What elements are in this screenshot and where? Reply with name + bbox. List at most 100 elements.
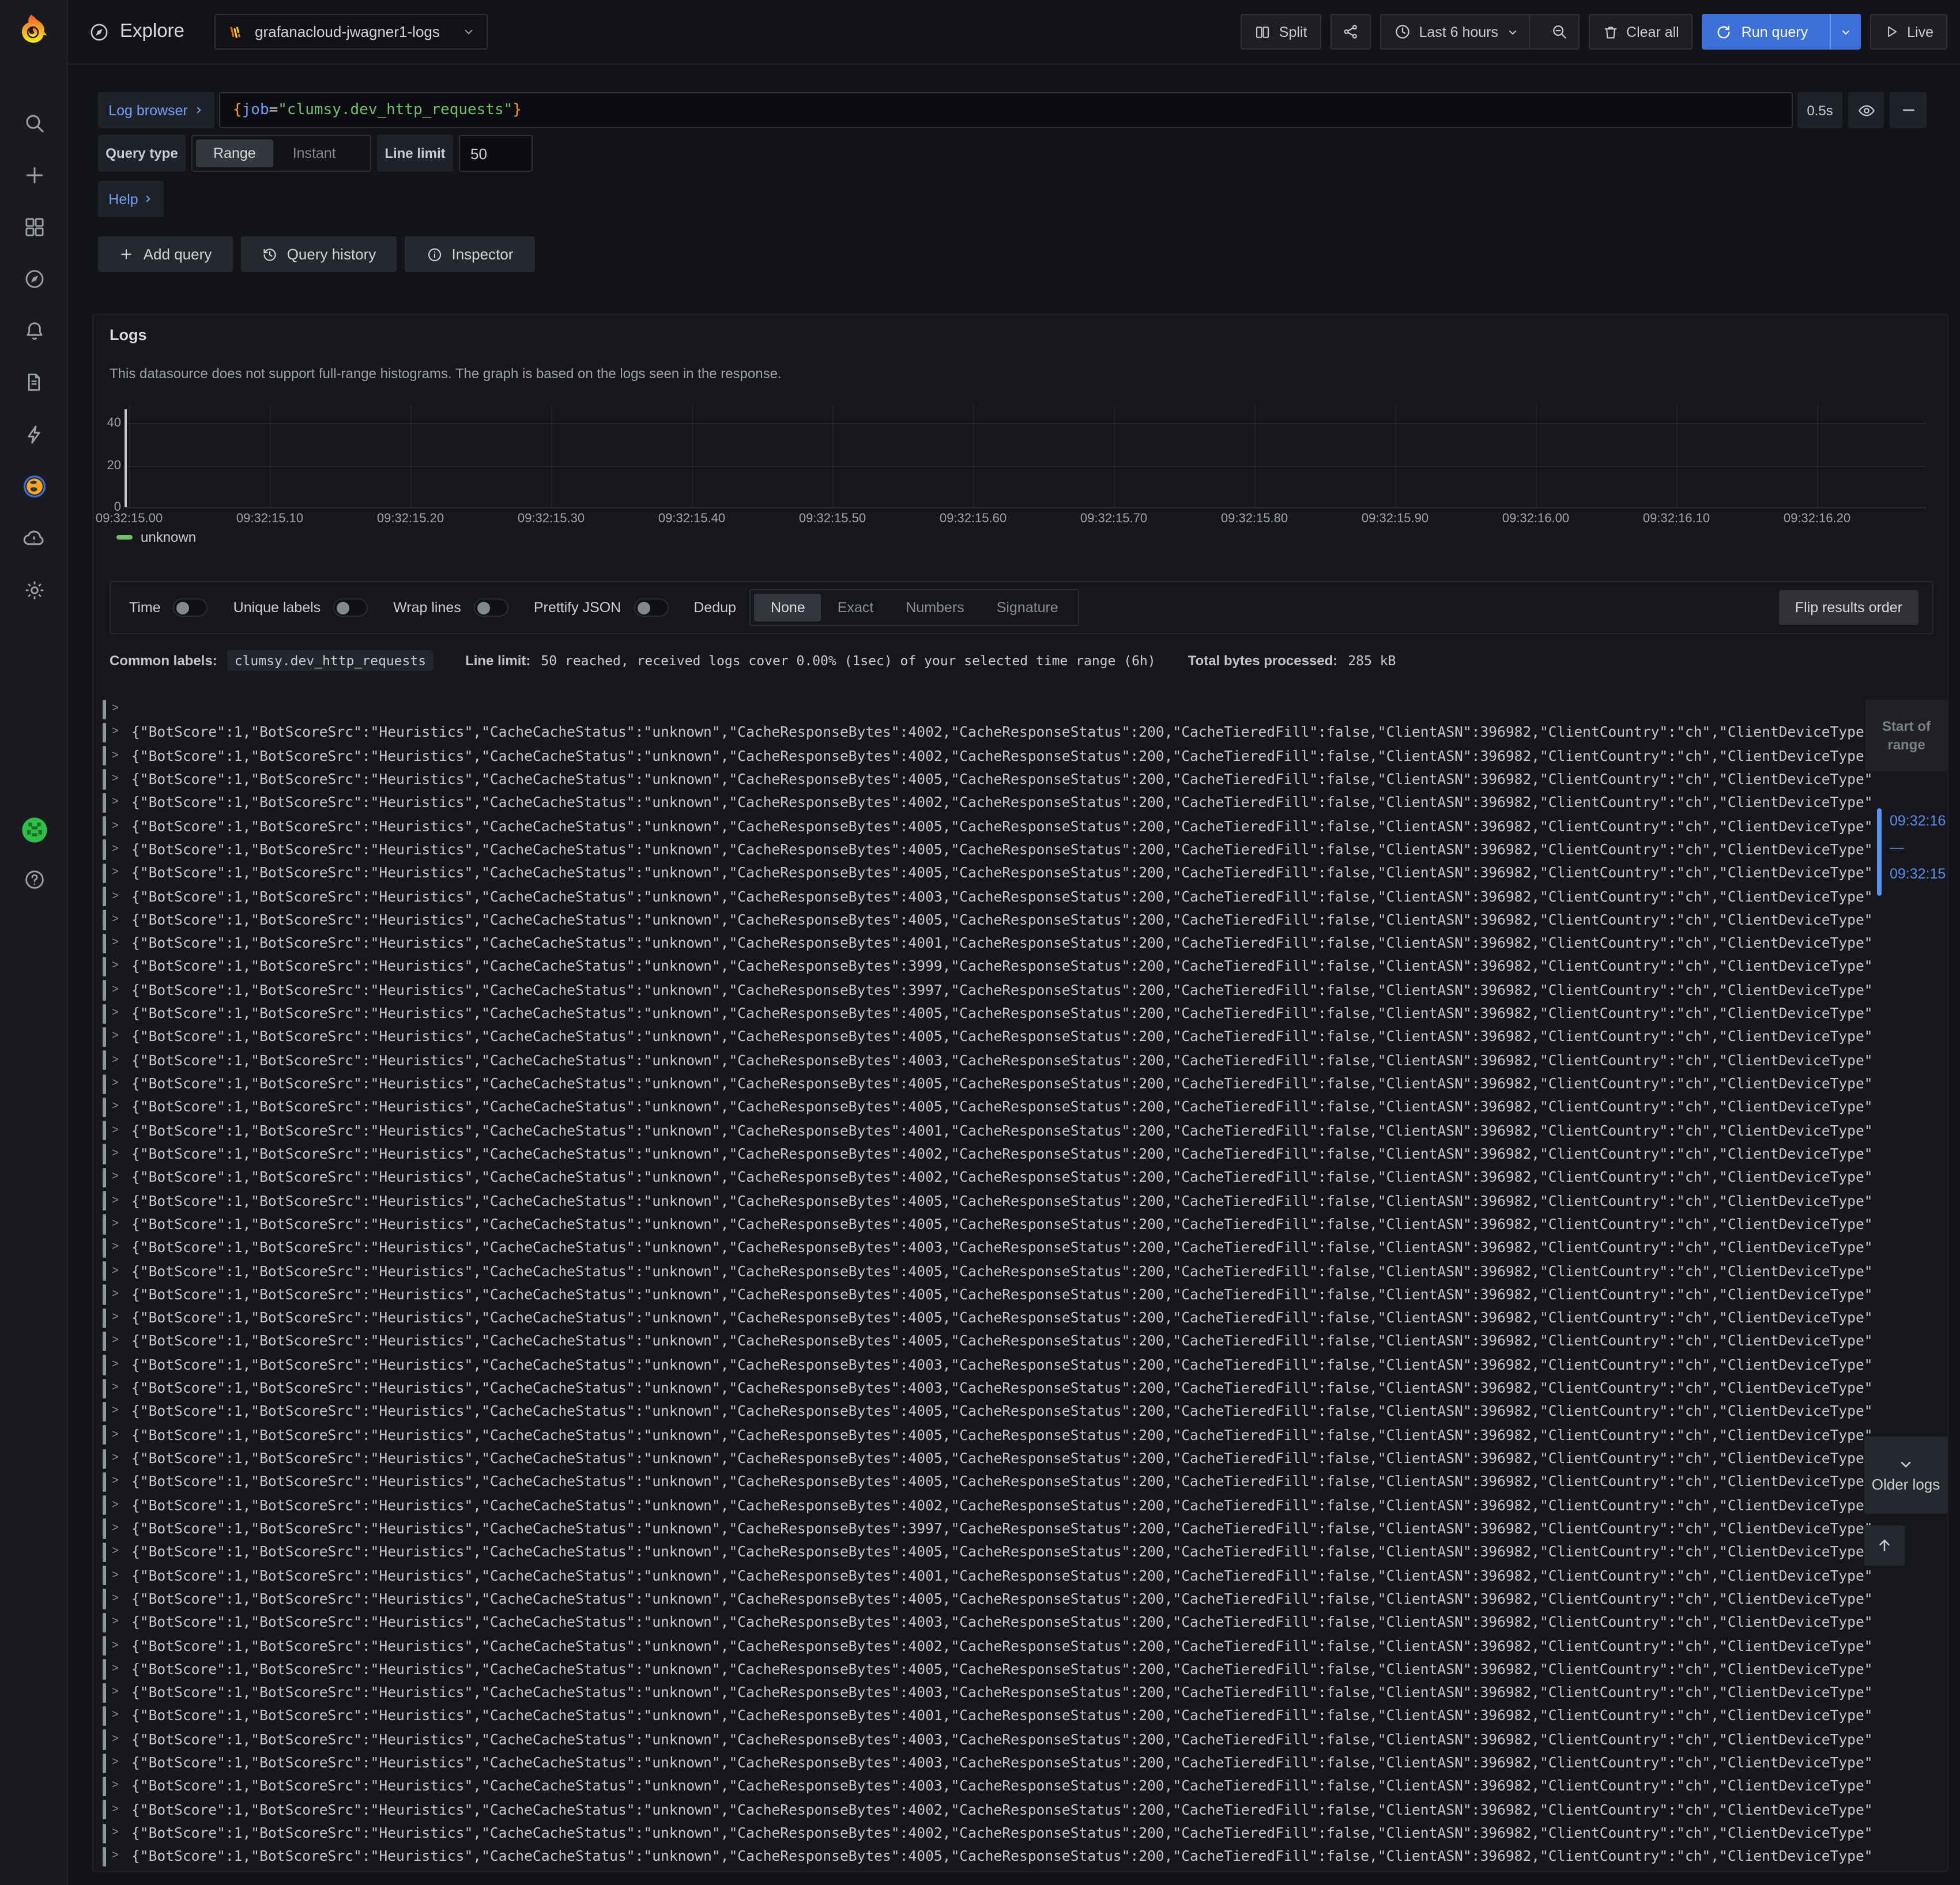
query-history-button[interactable]: Query history: [241, 236, 397, 272]
expand-row-chevron-icon[interactable]: >: [112, 1026, 119, 1049]
log-row[interactable]: >{"BotScore":1,"BotScoreSrc":"Heuristics…: [103, 1634, 1871, 1658]
log-row[interactable]: >{"BotScore":1,"BotScoreSrc":"Heuristics…: [103, 1096, 1871, 1119]
expand-row-chevron-icon[interactable]: >: [112, 1213, 119, 1236]
expand-row-chevron-icon[interactable]: >: [112, 1143, 119, 1166]
dedup-option-none[interactable]: None: [755, 594, 821, 621]
log-row[interactable]: >{"BotScore":1,"BotScoreSrc":"Heuristics…: [103, 1377, 1871, 1400]
expand-row-chevron-icon[interactable]: >: [112, 1845, 119, 1869]
clear-all-button[interactable]: Clear all: [1588, 14, 1693, 50]
log-row[interactable]: >{"BotScore":1,"BotScoreSrc":"Heuristics…: [103, 721, 1871, 745]
log-row[interactable]: >{"BotScore":1,"BotScoreSrc":"Heuristics…: [103, 1119, 1871, 1143]
toggle-visibility-eye-button[interactable]: [1848, 92, 1884, 128]
log-row[interactable]: >{"BotScore":1,"BotScoreSrc":"Heuristics…: [103, 1681, 1871, 1705]
log-row[interactable]: >{"BotScore":1,"BotScoreSrc":"Heuristics…: [103, 791, 1871, 815]
log-row[interactable]: >{"BotScore":1,"BotScoreSrc":"Heuristics…: [103, 1260, 1871, 1283]
add-query-button[interactable]: Add query: [98, 236, 233, 272]
run-query-dropdown[interactable]: [1830, 14, 1861, 50]
expand-row-chevron-icon[interactable]: >: [112, 1283, 119, 1307]
expand-row-chevron-icon[interactable]: >: [112, 1330, 119, 1354]
prettify-json-toggle[interactable]: [634, 598, 668, 617]
expand-row-chevron-icon[interactable]: >: [112, 1002, 119, 1026]
expand-row-chevron-icon[interactable]: >: [112, 908, 119, 932]
log-row[interactable]: >{"BotScore":1,"BotScoreSrc":"Heuristics…: [103, 1728, 1871, 1752]
log-row[interactable]: >{"BotScore":1,"BotScoreSrc":"Heuristics…: [103, 1213, 1871, 1236]
docs-icon[interactable]: [0, 356, 68, 408]
datasource-picker[interactable]: grafanacloud-jwagner1-logs: [214, 14, 488, 50]
log-row[interactable]: >{"BotScore":1,"BotScoreSrc":"Heuristics…: [103, 1072, 1871, 1096]
expand-row-chevron-icon[interactable]: >: [112, 1354, 119, 1377]
log-row[interactable]: >{"BotScore":1,"BotScoreSrc":"Heuristics…: [103, 1471, 1871, 1494]
expand-row-chevron-icon[interactable]: >: [112, 1166, 119, 1190]
dedup-option-numbers[interactable]: Numbers: [889, 594, 980, 621]
dedup-option-exact[interactable]: Exact: [821, 594, 890, 621]
log-row[interactable]: >{"BotScore":1,"BotScoreSrc":"Heuristics…: [103, 861, 1871, 885]
log-browser-button[interactable]: Log browser: [98, 92, 214, 128]
expand-row-chevron-icon[interactable]: >: [112, 744, 119, 768]
log-row[interactable]: >{"BotScore":1,"BotScoreSrc":"Heuristics…: [103, 1189, 1871, 1213]
log-row[interactable]: >{"BotScore":1,"BotScoreSrc":"Heuristics…: [103, 955, 1871, 979]
expand-row-chevron-icon[interactable]: >: [112, 1541, 119, 1564]
log-row[interactable]: >{"BotScore":1,"BotScoreSrc":"Heuristics…: [103, 1236, 1871, 1260]
older-logs-button[interactable]: Older logs: [1864, 1437, 1947, 1514]
expand-row-chevron-icon[interactable]: >: [112, 1611, 119, 1634]
settings-gear-icon[interactable]: [0, 564, 68, 616]
grafana-logo-icon[interactable]: [12, 8, 55, 52]
help-button[interactable]: Help: [98, 181, 164, 217]
lightning-icon[interactable]: [0, 408, 68, 460]
expand-row-chevron-icon[interactable]: >: [112, 861, 119, 885]
expand-row-chevron-icon[interactable]: >: [112, 815, 119, 838]
dashboards-icon[interactable]: [0, 201, 68, 252]
zoom-out-button[interactable]: [1540, 15, 1578, 48]
split-button[interactable]: Split: [1241, 14, 1321, 50]
log-row[interactable]: >{"BotScore":1,"BotScoreSrc":"Heuristics…: [103, 1306, 1871, 1330]
log-row[interactable]: >{"BotScore":1,"BotScoreSrc":"Heuristics…: [103, 744, 1871, 768]
query-type-range[interactable]: Range: [196, 140, 273, 167]
expand-row-chevron-icon[interactable]: >: [112, 698, 119, 721]
log-row[interactable]: >{"BotScore":1,"BotScoreSrc":"Heuristics…: [103, 1026, 1871, 1049]
expand-row-chevron-icon[interactable]: >: [112, 1260, 119, 1283]
wrap-lines-toggle[interactable]: [474, 598, 508, 617]
expand-row-chevron-icon[interactable]: >: [112, 955, 119, 979]
expand-row-chevron-icon[interactable]: >: [112, 1658, 119, 1682]
expand-row-chevron-icon[interactable]: >: [112, 1751, 119, 1775]
expand-row-chevron-icon[interactable]: >: [112, 791, 119, 815]
cloud-alert-icon[interactable]: [0, 512, 68, 564]
user-avatar[interactable]: [0, 804, 68, 855]
expand-row-chevron-icon[interactable]: >: [112, 979, 119, 1002]
log-row[interactable]: >{"BotScore":1,"BotScoreSrc":"Heuristics…: [103, 1283, 1871, 1307]
log-row[interactable]: >{"BotScore":1,"BotScoreSrc":"Heuristics…: [103, 1049, 1871, 1072]
log-row[interactable]: >{"BotScore":1,"BotScoreSrc":"Heuristics…: [103, 1611, 1871, 1634]
expand-row-chevron-icon[interactable]: >: [112, 885, 119, 908]
dedup-option-signature[interactable]: Signature: [981, 594, 1075, 621]
expand-row-chevron-icon[interactable]: >: [112, 1236, 119, 1260]
search-icon[interactable]: [0, 97, 68, 149]
share-button[interactable]: [1330, 14, 1370, 50]
query-input[interactable]: {job="clumsy.dev_http_requests"}: [219, 92, 1793, 128]
log-row[interactable]: >{"BotScore":1,"BotScoreSrc":"Heuristics…: [103, 1775, 1871, 1799]
log-row[interactable]: >{"BotScore":1,"BotScoreSrc":"Heuristics…: [103, 1822, 1871, 1845]
log-row[interactable]: >{"BotScore":1,"BotScoreSrc":"Heuristics…: [103, 1166, 1871, 1190]
expand-row-chevron-icon[interactable]: >: [112, 1728, 119, 1752]
expand-row-chevron-icon[interactable]: >: [112, 1447, 119, 1471]
log-row[interactable]: >{"BotScore":1,"BotScoreSrc":"Heuristics…: [103, 1143, 1871, 1166]
expand-row-chevron-icon[interactable]: >: [112, 1377, 119, 1400]
log-row[interactable]: >{"BotScore":1,"BotScoreSrc":"Heuristics…: [103, 1494, 1871, 1517]
expand-row-chevron-icon[interactable]: >: [112, 1189, 119, 1213]
query-type-instant[interactable]: Instant: [276, 140, 353, 167]
expand-row-chevron-icon[interactable]: >: [112, 1494, 119, 1517]
log-row[interactable]: >{"BotScore":1,"BotScoreSrc":"Heuristics…: [103, 1002, 1871, 1026]
live-button[interactable]: Live: [1870, 14, 1947, 50]
line-limit-input[interactable]: [459, 135, 533, 172]
expand-row-chevron-icon[interactable]: >: [112, 1119, 119, 1143]
log-row[interactable]: >{"BotScore":1,"BotScoreSrc":"Heuristics…: [103, 979, 1871, 1002]
log-row[interactable]: >{"BotScore":1,"BotScoreSrc":"Heuristics…: [103, 1798, 1871, 1822]
add-icon[interactable]: [0, 149, 68, 201]
log-row[interactable]: >{"BotScore":1,"BotScoreSrc":"Heuristics…: [103, 1658, 1871, 1682]
log-row[interactable]: >{"BotScore":1,"BotScoreSrc":"Heuristics…: [103, 1517, 1871, 1541]
remove-query-button[interactable]: [1890, 92, 1927, 128]
expand-row-chevron-icon[interactable]: >: [112, 1681, 119, 1705]
help-icon[interactable]: [0, 853, 68, 905]
log-row[interactable]: >{"BotScore":1,"BotScoreSrc":"Heuristics…: [103, 1564, 1871, 1588]
expand-row-chevron-icon[interactable]: >: [112, 1564, 119, 1588]
expand-row-chevron-icon[interactable]: >: [112, 1588, 119, 1611]
